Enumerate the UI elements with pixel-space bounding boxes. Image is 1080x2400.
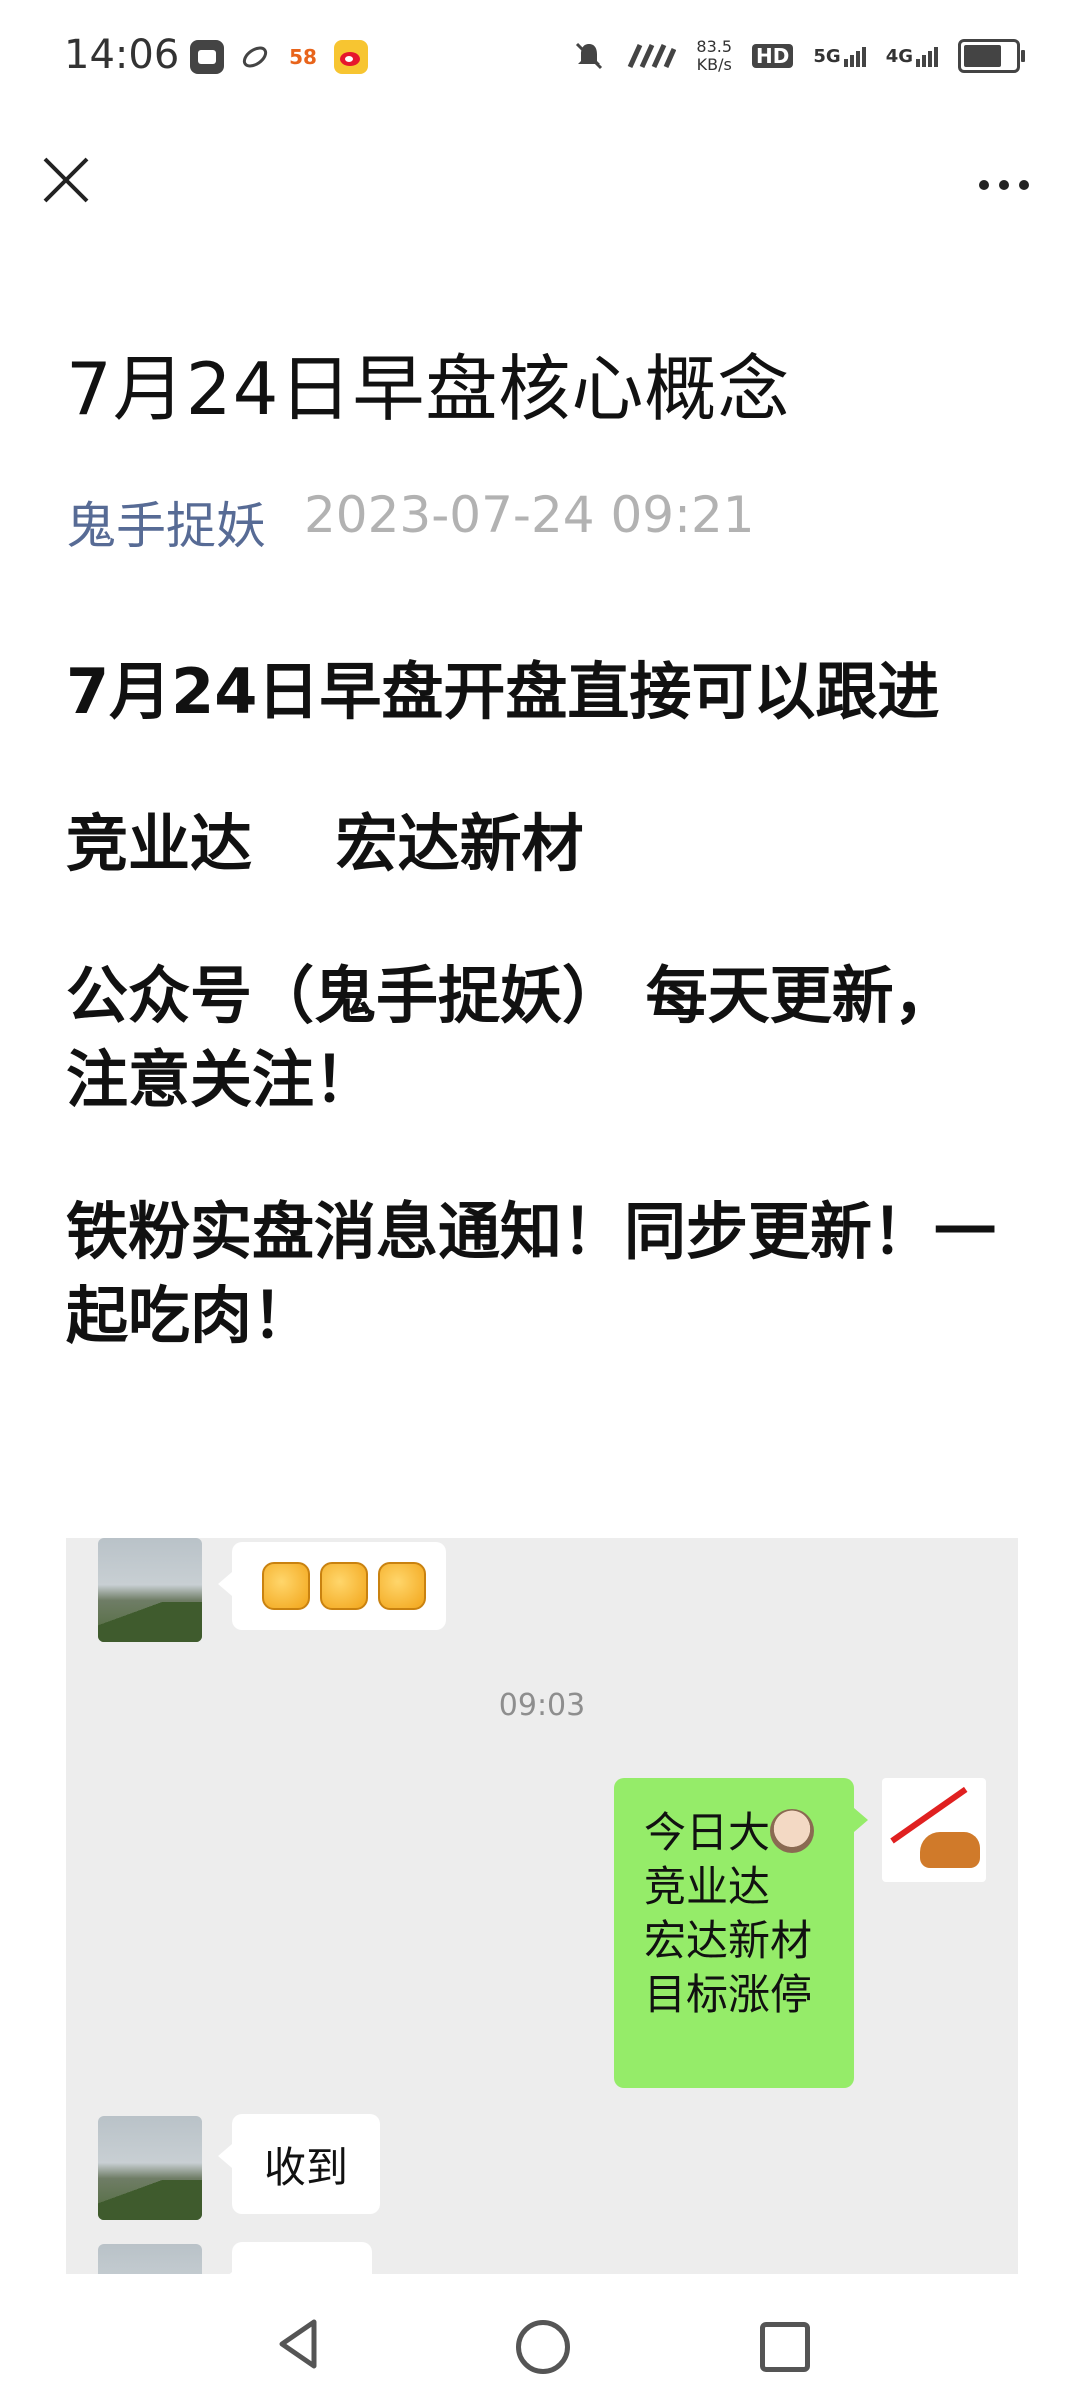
notification-icons: 58 xyxy=(190,40,368,74)
system-nav-bar xyxy=(0,2290,1080,2400)
close-icon xyxy=(43,157,89,203)
publish-date: 2023-07-24 09:21 xyxy=(304,486,755,544)
signal-bars-icon xyxy=(843,46,866,67)
more-button[interactable] xyxy=(964,160,1044,210)
article-paragraph: 公众号（鬼手捉妖） 每天更新，注意关注！ xyxy=(66,959,956,1116)
message-icon xyxy=(190,40,224,74)
battery-level xyxy=(964,45,1002,67)
status-time: 14:06 xyxy=(64,32,180,78)
incoming-message xyxy=(218,2242,372,2274)
mute-icon xyxy=(576,42,603,70)
avatar xyxy=(98,2116,202,2220)
recents-icon[interactable] xyxy=(760,2322,810,2372)
emoji-bubble xyxy=(218,1542,446,1630)
weibo-icon xyxy=(334,40,368,74)
article-paragraph: 竞业达 宏达新材 xyxy=(66,807,584,880)
article-body: 7月24日早盘开盘直接可以跟进 竞业达 宏达新材 公众号（鬼手捉妖） 每天更新，… xyxy=(66,650,1016,1358)
status-bar: 14:06 58 83.5 KB/s HD 5G 4G xyxy=(0,0,1080,120)
battery-icon xyxy=(958,39,1025,73)
article-paragraph: 7月24日早盘开盘直接可以跟进 xyxy=(66,655,940,728)
system-icons: 83.5 KB/s HD 5G 4G xyxy=(572,37,1025,74)
back-button[interactable] xyxy=(276,2318,320,2374)
signal-bars-icon xyxy=(916,46,938,67)
net-speed: 83.5 KB/s xyxy=(696,37,733,74)
chat-screenshot[interactable]: 09:03 今日大 竞业达 宏达新材 目标涨停 收到 xyxy=(66,1538,1018,2274)
self-avatar xyxy=(882,1778,986,1882)
fist-icon xyxy=(320,1562,368,1610)
article-paragraph: 铁粉实盘消息通知！同步更新！一起吃肉！ xyxy=(66,1195,997,1352)
link-icon xyxy=(238,40,272,74)
author-link[interactable]: 鬼手捉妖 xyxy=(66,486,266,558)
home-icon[interactable] xyxy=(516,2320,570,2374)
article-title: 7月24日早盘核心概念 xyxy=(66,347,791,431)
fist-icon xyxy=(378,1562,426,1610)
nfc-icon xyxy=(628,43,677,69)
more-icon xyxy=(979,180,1029,190)
avatar xyxy=(98,1538,202,1642)
signal-5g: 5G xyxy=(813,46,866,67)
58-icon: 58 xyxy=(289,45,317,69)
signal-4g: 4G xyxy=(886,46,938,67)
avatar xyxy=(98,2244,202,2274)
chat-timestamp: 09:03 xyxy=(498,1688,586,1723)
article-meta: 鬼手捉妖 2023-07-24 09:21 xyxy=(66,486,755,558)
close-button[interactable] xyxy=(36,150,96,210)
incoming-message: 收到 xyxy=(217,2114,381,2214)
outgoing-message: 今日大 竞业达 宏达新材 目标涨停 xyxy=(614,1778,868,2088)
fist-icon xyxy=(262,1562,310,1610)
hd-badge: HD xyxy=(752,44,794,68)
back-icon xyxy=(279,2319,317,2369)
bull-icon xyxy=(920,1832,980,1868)
cow-icon xyxy=(770,1809,815,1853)
